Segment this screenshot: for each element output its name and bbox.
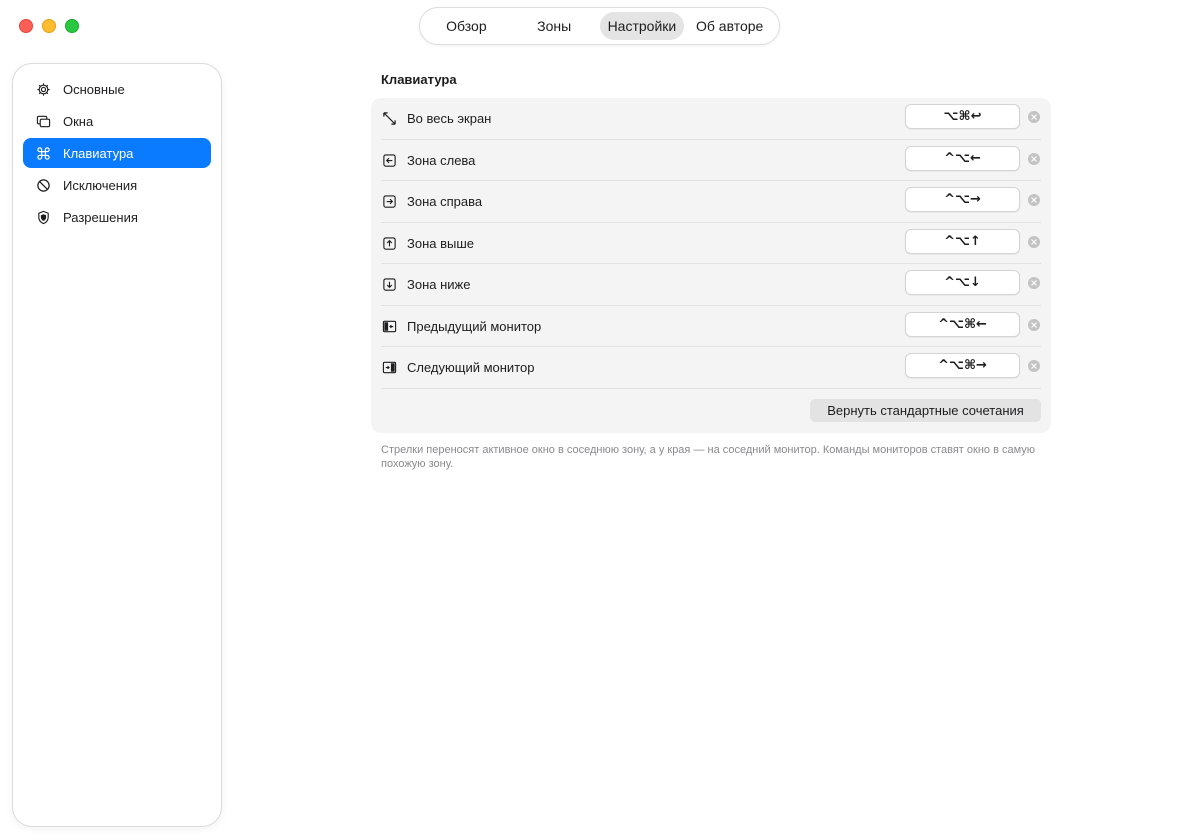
sidebar-item-exclusions[interactable]: Исключения [23,170,211,200]
arrow-up-square-icon [381,236,397,252]
sidebar-item-windows[interactable]: Окна [23,106,211,136]
shortcut-recorder[interactable]: ⌥⌘↩ [905,104,1020,129]
sidebar-item-label: Разрешения [63,209,138,225]
shortcuts-panel: Во весь экран ⌥⌘↩ Зона слева ^⌥← Зона сп… [371,98,1051,433]
shortcut-recorder[interactable]: ^⌥→ [905,187,1020,212]
clear-shortcut-button[interactable] [1028,360,1040,372]
shortcut-row-next-monitor: Следующий монитор ^⌥⌘→ [381,347,1041,388]
shortcut-label: Во весь экран [407,111,492,126]
sidebar-item-label: Окна [63,113,94,129]
clear-shortcut-button[interactable] [1028,153,1040,165]
shortcut-label: Зона ниже [407,277,471,292]
sidebar-item-label: Исключения [63,177,138,193]
clear-shortcut-button[interactable] [1028,194,1040,206]
shortcut-recorder[interactable]: ^⌥⌘← [905,312,1020,337]
row-divider [381,388,1041,389]
settings-window: Обзор Зоны Настройки Об авторе Основные [0,0,1200,840]
clear-shortcut-button[interactable] [1028,236,1040,248]
minimize-window-button[interactable] [42,19,56,33]
previous-monitor-icon [381,319,397,335]
traffic-lights [19,19,79,33]
arrow-left-square-icon [381,153,397,169]
tab-about[interactable]: Об авторе [684,12,775,40]
shortcut-label: Зона выше [407,236,475,251]
arrow-down-square-icon [381,277,397,293]
sidebar-item-label: Клавиатура [63,145,134,161]
keyboard-footnote: Стрелки переносят активное окно в соседн… [381,444,1036,470]
shortcut-recorder[interactable]: ^⌥↓ [905,270,1020,295]
settings-sidebar: Основные Окна Клавиатура Исключения Разр… [12,63,222,827]
zoom-window-button[interactable] [65,19,79,33]
shortcut-label: Предыдущий монитор [407,319,542,334]
reset-shortcuts-button[interactable]: Вернуть стандартные сочетания [810,399,1041,422]
shortcut-row-zone-left: Зона слева ^⌥← [381,140,1041,181]
sidebar-item-label: Основные [63,81,125,97]
shortcut-label: Следующий монитор [407,360,535,375]
clear-shortcut-button[interactable] [1028,319,1040,331]
windows-icon [35,113,51,129]
shortcut-row-zone-down: Зона ниже ^⌥↓ [381,264,1041,305]
sidebar-item-general[interactable]: Основные [23,74,211,104]
shortcut-recorder[interactable]: ^⌥← [905,146,1020,171]
clear-shortcut-button[interactable] [1028,277,1040,289]
shortcut-label: Зона слева [407,153,476,168]
shield-icon [35,209,51,225]
sidebar-item-permissions[interactable]: Разрешения [23,202,211,232]
clear-shortcut-button[interactable] [1028,111,1040,123]
shortcut-row-zone-up: Зона выше ^⌥↑ [381,223,1041,264]
close-window-button[interactable] [19,19,33,33]
shortcut-recorder[interactable]: ^⌥↑ [905,229,1020,254]
tab-settings[interactable]: Настройки [599,12,685,40]
tab-overview[interactable]: Обзор [424,12,509,40]
shortcut-row-fullscreen: Во весь экран ⌥⌘↩ [381,98,1041,139]
shortcut-recorder[interactable]: ^⌥⌘→ [905,353,1020,378]
arrow-right-square-icon [381,194,397,210]
top-tab-bar: Обзор Зоны Настройки Об авторе [419,7,780,45]
tab-zones[interactable]: Зоны [509,12,600,40]
command-icon [35,145,51,161]
next-monitor-icon [381,360,397,376]
section-title: Клавиатура [381,72,457,87]
shortcut-row-zone-right: Зона справа ^⌥→ [381,181,1041,222]
prohibited-icon [35,177,51,193]
shortcut-label: Зона справа [407,194,483,209]
gear-icon [35,81,51,97]
sidebar-item-keyboard[interactable]: Клавиатура [23,138,211,168]
shortcut-row-previous-monitor: Предыдущий монитор ^⌥⌘← [381,306,1041,347]
fullscreen-arrows-icon [381,111,397,127]
